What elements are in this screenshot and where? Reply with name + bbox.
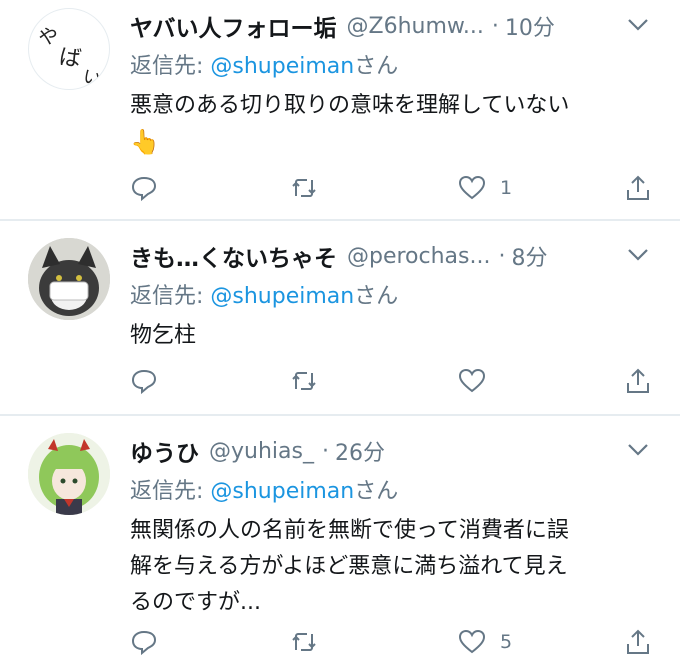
share-icon	[627, 629, 649, 654]
reply-icon	[131, 369, 157, 395]
share-icon	[627, 368, 649, 393]
reply-button[interactable]	[130, 627, 158, 657]
tweet[interactable]: ゆうひ @yuhias_ · 26分 返信先: @shupeimanさん 無関係…	[0, 417, 680, 664]
reply-prefix: 返信先:	[130, 284, 211, 309]
retweet-icon	[292, 633, 316, 651]
like-count: 1	[500, 177, 513, 199]
timestamp[interactable]: 8分	[511, 240, 547, 272]
retweet-button[interactable]	[290, 627, 318, 657]
share-icon	[627, 175, 649, 200]
svg-text:ば: ば	[57, 45, 82, 73]
like-button[interactable]	[458, 366, 500, 396]
tweet-text-line: 物乞柱	[130, 323, 197, 348]
mention-link[interactable]: @shupeiman	[210, 54, 354, 79]
mention-link[interactable]: @shupeiman	[210, 284, 354, 309]
avatar[interactable]	[28, 238, 110, 320]
retweet-button[interactable]	[290, 366, 318, 396]
reply-suffix: さん	[354, 284, 399, 309]
tweet-divider	[0, 414, 680, 416]
chevron-down-icon[interactable]	[626, 441, 650, 459]
like-icon	[458, 175, 486, 200]
reply-context: 返信先: @shupeimanさん	[130, 278, 398, 310]
svg-text:い: い	[80, 66, 103, 90]
like-icon	[458, 629, 486, 654]
user-handle[interactable]: @Z6humw...	[347, 14, 484, 39]
like-icon	[458, 368, 486, 393]
svg-text:や: や	[36, 23, 61, 51]
user-handle[interactable]: @perochas...	[347, 244, 490, 269]
retweet-icon	[292, 372, 316, 390]
timestamp[interactable]: 26分	[335, 435, 385, 467]
pointing-emoji: 👆	[130, 128, 160, 156]
tweet-text: 無関係の人の名前を無断で使って消費者に誤 解を与える方がよほど悪意に満ち溢れて見…	[130, 513, 650, 621]
tweet-divider	[0, 219, 680, 221]
tweet-text: 悪意のある切り取りの意味を理解していない 👆	[130, 88, 650, 160]
tweet[interactable]: や ば い ヤバい人フォロー垢 @Z6humw... · 10分 返信先: @s…	[0, 0, 680, 220]
reply-prefix: 返信先:	[130, 479, 211, 504]
reply-icon	[131, 630, 157, 656]
reply-button[interactable]	[130, 366, 158, 396]
share-button[interactable]	[624, 627, 652, 657]
reply-icon	[131, 176, 157, 202]
retweet-button[interactable]	[290, 173, 318, 203]
timestamp[interactable]: 10分	[505, 10, 555, 42]
reply-prefix: 返信先:	[130, 54, 211, 79]
chevron-down-icon[interactable]	[626, 16, 650, 34]
user-handle[interactable]: @yuhias_	[209, 439, 314, 464]
chevron-down-icon[interactable]	[626, 246, 650, 264]
display-name[interactable]: ヤバい人フォロー垢	[130, 9, 337, 43]
reply-context: 返信先: @shupeimanさん	[130, 473, 398, 505]
share-button[interactable]	[624, 173, 652, 203]
like-button[interactable]: 5	[458, 627, 512, 657]
separator-dot: ·	[491, 13, 499, 39]
avatar[interactable]	[28, 433, 110, 515]
share-button[interactable]	[624, 366, 652, 396]
reply-context: 返信先: @shupeimanさん	[130, 48, 398, 80]
separator-dot: ·	[498, 243, 506, 269]
like-button[interactable]: 1	[458, 173, 512, 203]
tweet-text-line: 解を与える方がよほど悪意に満ち溢れて見え	[130, 554, 568, 579]
tweet-text: 物乞柱	[130, 318, 650, 354]
retweet-icon	[292, 179, 316, 197]
reply-suffix: さん	[354, 479, 399, 504]
like-count: 5	[500, 631, 513, 653]
avatar[interactable]: や ば い	[28, 8, 110, 90]
mention-link[interactable]: @shupeiman	[210, 479, 354, 504]
display-name[interactable]: きも…くないちゃそ	[130, 239, 337, 273]
reply-button[interactable]	[130, 173, 158, 203]
tweet-text-line: 悪意のある切り取りの意味を理解していない	[130, 93, 570, 118]
tweet[interactable]: きも…くないちゃそ @perochas... · 8分 返信先: @shupei…	[0, 222, 680, 414]
display-name[interactable]: ゆうひ	[130, 434, 199, 468]
reply-suffix: さん	[354, 54, 399, 79]
separator-dot: ·	[321, 438, 329, 464]
tweet-text-line: 無関係の人の名前を無断で使って消費者に誤	[130, 518, 569, 543]
tweet-text-line: るのですが...	[130, 590, 261, 615]
